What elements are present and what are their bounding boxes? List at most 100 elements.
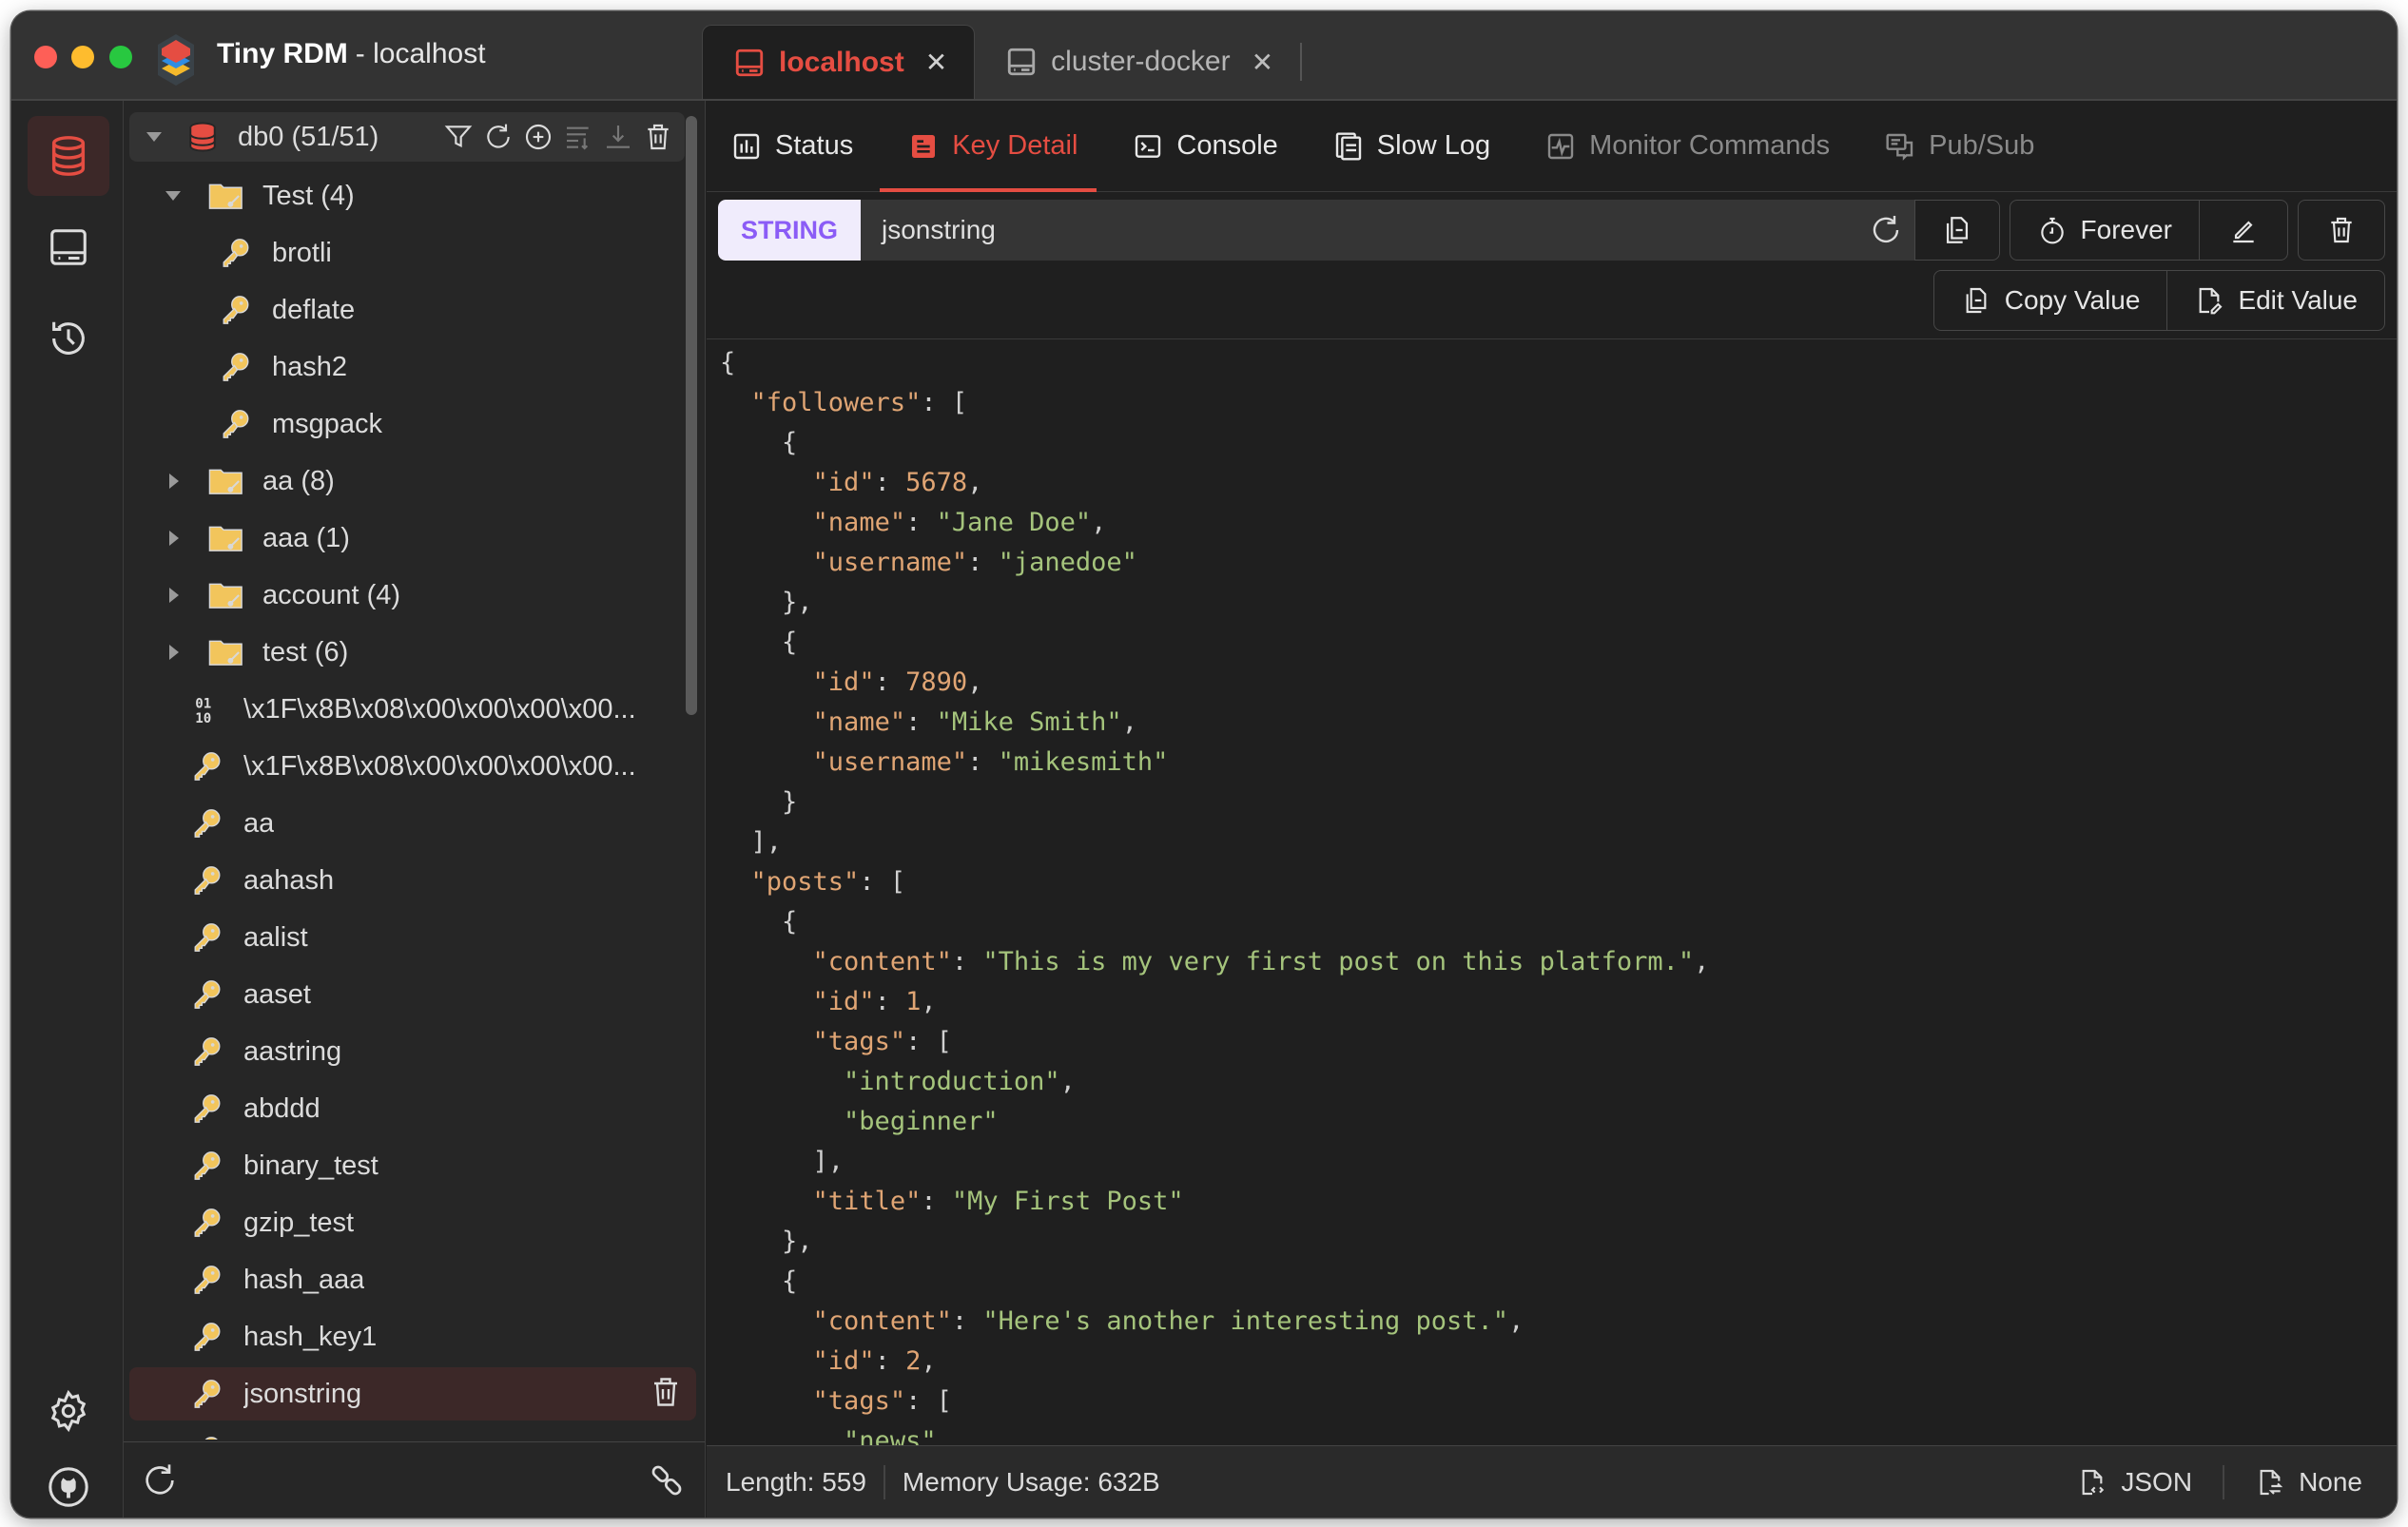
expand-caret-icon[interactable] xyxy=(169,645,179,660)
trash-icon[interactable] xyxy=(649,1375,683,1417)
rail-connections-button[interactable] xyxy=(28,207,109,287)
trash-icon[interactable] xyxy=(641,120,675,154)
tab-pub-sub[interactable]: Pub/Sub xyxy=(1885,101,2034,192)
tree-key[interactable]: hash2 xyxy=(129,340,696,394)
tab-label: Console xyxy=(1176,130,1278,161)
tree-folder[interactable]: account (4) xyxy=(129,569,696,622)
tree-folder[interactable]: test (6) xyxy=(129,626,696,679)
tree-key[interactable]: brotli xyxy=(129,226,696,280)
refresh-icon[interactable] xyxy=(481,120,515,154)
key-name-value[interactable]: jsonstring xyxy=(861,200,1857,261)
tree-folder[interactable]: aa (8) xyxy=(129,454,696,508)
key-icon xyxy=(188,1033,226,1071)
close-tab-icon[interactable]: ✕ xyxy=(1252,47,1273,78)
refresh-key-button[interactable] xyxy=(1857,200,1914,261)
copy-key-button[interactable] xyxy=(1913,200,2000,261)
json-key: "name" xyxy=(812,508,906,537)
tree-item-label: hash_key1 xyxy=(243,1321,378,1352)
tree-scrollbar[interactable] xyxy=(686,116,697,715)
timer-icon xyxy=(2040,217,2064,244)
refresh-icon[interactable] xyxy=(141,1461,179,1499)
tab-status[interactable]: Status xyxy=(731,101,853,192)
rail-browser-button[interactable] xyxy=(28,116,109,196)
tree-key[interactable]: gzip_test xyxy=(129,1196,696,1249)
tree-key[interactable]: aahash xyxy=(129,854,696,907)
connection-tab-localhost[interactable]: localhost ✕ xyxy=(702,25,976,99)
json-punct: : xyxy=(905,508,937,537)
key-icon xyxy=(188,1204,226,1242)
rail-settings-button[interactable] xyxy=(28,1371,109,1451)
delete-key-button[interactable] xyxy=(2298,200,2385,261)
add-key-icon[interactable] xyxy=(521,120,555,154)
tree-key[interactable]: aa xyxy=(129,797,696,850)
tree-item-label: binary_test xyxy=(243,1150,379,1181)
tree-key[interactable]: \x1F\x8B\x08\x00\x00\x00\x00... xyxy=(129,740,696,793)
json-punct xyxy=(720,508,813,537)
decode-select[interactable]: None xyxy=(2255,1467,2362,1498)
tree-key[interactable]: aaset xyxy=(129,968,696,1021)
rename-key-button[interactable] xyxy=(2199,201,2287,260)
close-tab-icon[interactable]: ✕ xyxy=(925,47,947,78)
server-icon xyxy=(1008,48,1036,76)
tree-folder[interactable]: Test (4) xyxy=(129,169,696,222)
tree-item-label: jsonstring xyxy=(243,1378,362,1409)
tree-key[interactable]: msgpack xyxy=(129,397,696,451)
tab-label: Monitor Commands xyxy=(1589,130,1831,161)
memory-usage: Memory Usage: 632B xyxy=(902,1466,1160,1497)
expand-caret-icon[interactable] xyxy=(169,531,179,546)
close-window-button[interactable] xyxy=(34,46,57,68)
connection-tab-cluster-docker[interactable]: cluster-docker ✕ xyxy=(975,25,1300,99)
copy-value-button[interactable]: Copy Value xyxy=(1934,271,2167,330)
edit-value-button[interactable]: Edit Value xyxy=(2166,271,2384,330)
collapse-caret-icon[interactable] xyxy=(146,132,162,142)
key-icon xyxy=(188,976,226,1014)
code-line: { xyxy=(720,343,2397,383)
rail-github-button[interactable] xyxy=(28,1447,109,1517)
ttl-button[interactable]: Forever xyxy=(2010,201,2199,260)
sort-icon[interactable] xyxy=(561,120,595,154)
expand-caret-icon[interactable] xyxy=(169,474,179,489)
tree-item-label: hash2 xyxy=(272,351,348,382)
tree-key[interactable]: jsonstring2 xyxy=(129,1424,696,1440)
tree-key[interactable]: hash_aaa xyxy=(129,1253,696,1306)
tab-monitor-commands[interactable]: Monitor Commands xyxy=(1545,101,1830,192)
tree-key[interactable]: binary_test xyxy=(129,1139,696,1192)
database-row[interactable]: db0 (51/51) xyxy=(129,112,685,162)
filter-icon[interactable] xyxy=(441,120,476,154)
json-code[interactable]: { "followers": [ { "id": 5678, "name": "… xyxy=(720,343,2397,1445)
json-string: "Here's another interesting post." xyxy=(982,1306,1509,1336)
detail-icon xyxy=(912,134,936,158)
copy-icon xyxy=(1966,287,1987,314)
json-key: "tags" xyxy=(812,1386,906,1416)
link-icon[interactable] xyxy=(648,1461,686,1499)
tree-key[interactable]: abddd xyxy=(129,1082,696,1135)
maximize-window-button[interactable] xyxy=(109,46,132,68)
minimize-window-button[interactable] xyxy=(71,46,94,68)
tree-key[interactable]: aastring xyxy=(129,1025,696,1078)
code-line: { xyxy=(720,423,2397,463)
json-key: "content" xyxy=(812,947,952,976)
key-name-field[interactable]: STRING jsonstring xyxy=(718,200,1914,261)
tree-key[interactable]: jsonstring xyxy=(129,1367,696,1421)
view-format-select[interactable]: JSON xyxy=(2077,1467,2192,1498)
import-icon[interactable] xyxy=(601,120,635,154)
json-string: "This is my very first post on this plat… xyxy=(982,947,1695,976)
key-icon xyxy=(188,1090,226,1128)
server-icon xyxy=(50,229,87,265)
tab-key-detail[interactable]: Key Detail xyxy=(880,101,1097,192)
copy-value-label: Copy Value xyxy=(2004,285,2141,315)
tab-slow-log[interactable]: Slow Log xyxy=(1333,101,1490,192)
tree-key[interactable]: hash_key1 xyxy=(129,1310,696,1363)
divider xyxy=(2223,1464,2225,1499)
tree-key[interactable]: 01 10 \x1F\x8B\x08\x00\x00\x00\x00... xyxy=(129,683,696,736)
tree-key[interactable]: aalist xyxy=(129,911,696,964)
content-tabs: Status Key Detail Console Slow Log Monit… xyxy=(707,101,2397,192)
tree-folder[interactable]: aaa (1) xyxy=(129,512,696,565)
code-line: "tags": [ xyxy=(720,1382,2397,1421)
rail-history-button[interactable] xyxy=(28,299,109,378)
tree-key[interactable]: deflate xyxy=(129,283,696,337)
value-editor[interactable]: { "followers": [ { "id": 5678, "name": "… xyxy=(707,338,2397,1445)
expand-caret-icon[interactable] xyxy=(169,588,179,603)
collapse-caret-icon[interactable] xyxy=(165,191,181,201)
tab-console[interactable]: Console xyxy=(1133,101,1278,192)
